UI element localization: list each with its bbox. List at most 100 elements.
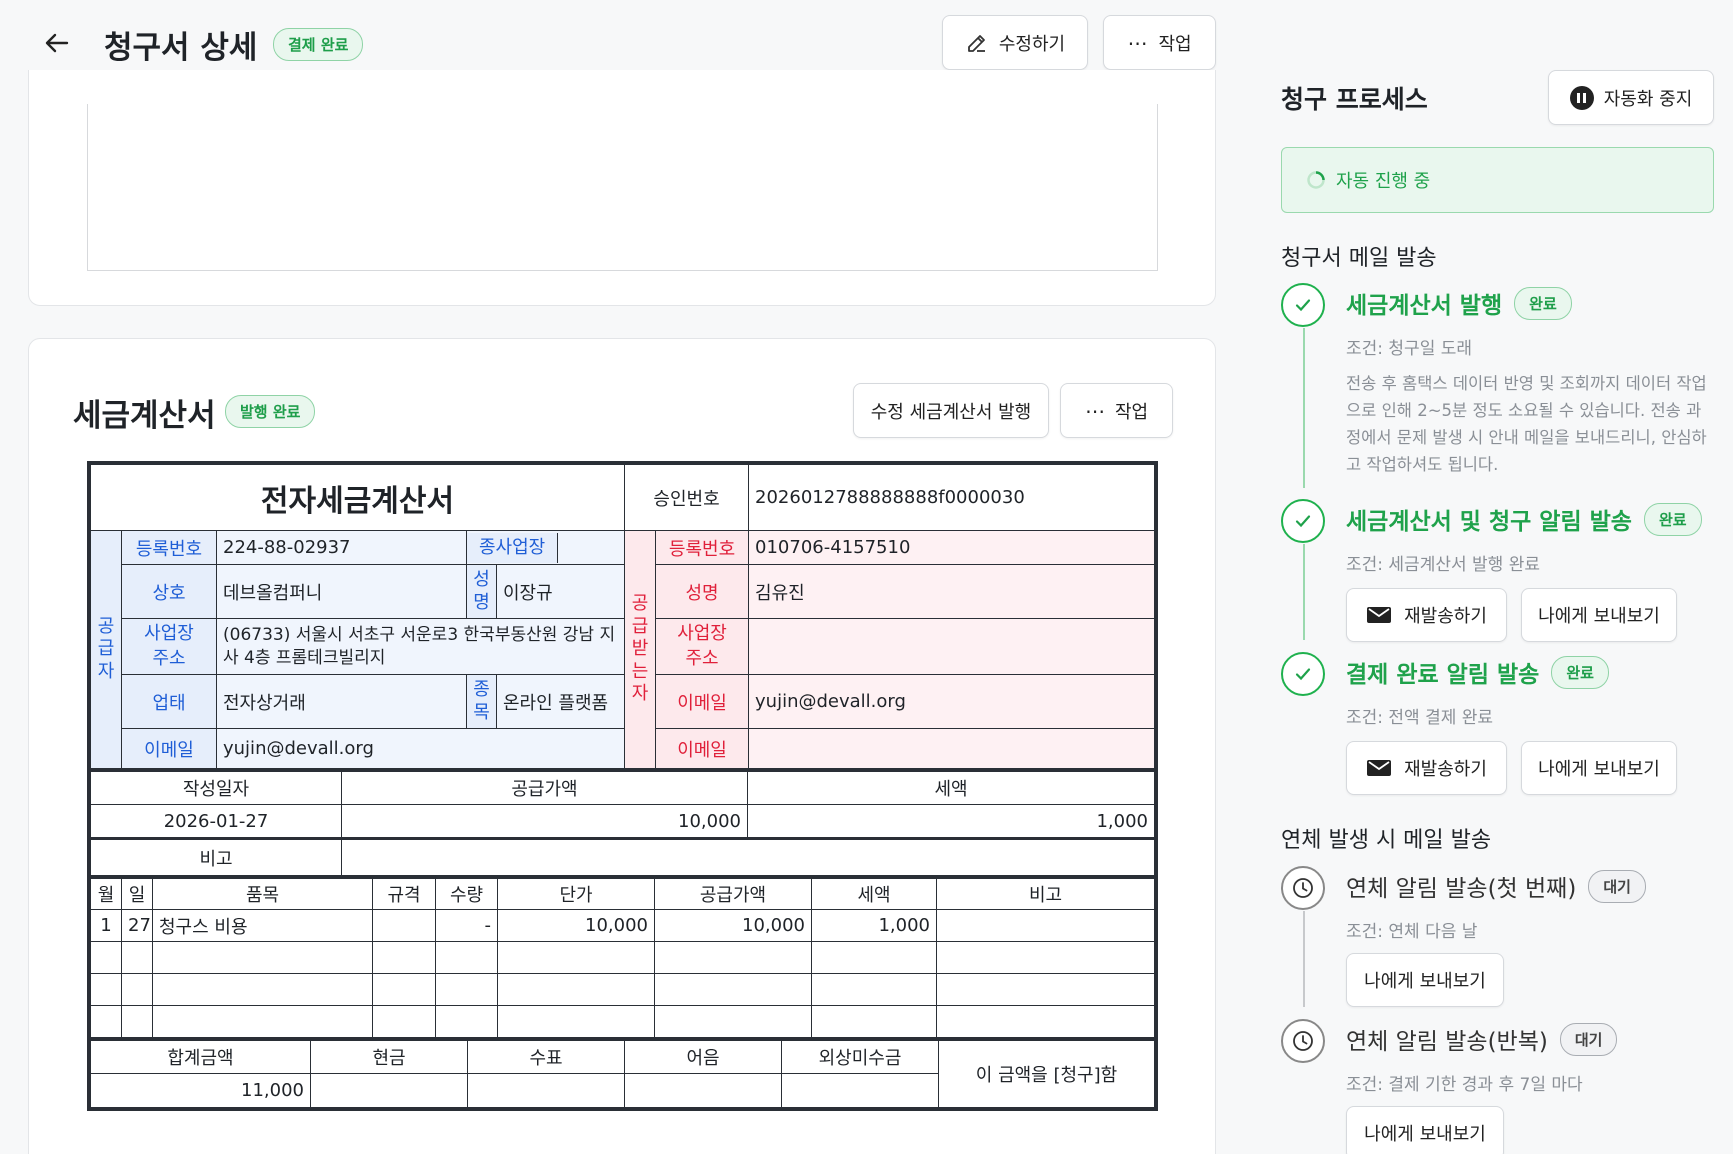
item-cell [497,973,655,1006]
auto-status-text: 자동 진행 중 [1336,171,1431,192]
item-cell [811,1005,937,1038]
edit-icon [967,34,985,52]
process-panel-title: 청구 프로세스 [1281,85,1428,114]
step-5-send-to-me-button[interactable]: 나에게 보내보기 [1346,1106,1504,1154]
header-action-button[interactable]: ⋯ 작업 [1103,15,1216,70]
claim-text: 이 금액을 [청구]함 [938,1038,1155,1108]
tax-action-button[interactable]: ⋯ 작업 [1060,383,1173,438]
items-header-cell: 규격 [372,876,436,910]
approval-number: 2026012788888888f0000030 [748,464,1155,531]
more-icon: ⋯ [1127,30,1149,55]
items-header-cell: 세액 [811,876,937,910]
item-cell [372,941,436,974]
back-arrow-icon[interactable] [42,28,72,58]
supplier-email-label: 이메일 [121,728,217,769]
items-header-row: 월 일 품목 규격 수량 단가 공급가액 세액 비고 [90,876,1155,910]
supplier-reg-label: 등록번호 [121,530,217,565]
invoice-items-table: 월 일 품목 규격 수량 단가 공급가액 세액 비고 1 27 청구스 비용 -10,000 10,00… [90,876,1155,1038]
supplier-branch-label: 종사업장 [467,532,559,563]
spinner-icon [1307,171,1325,189]
step-4-title: 연체 알림 발송(첫 번째) 대기 [1346,869,1646,903]
items-header-cell: 단가 [497,876,655,910]
item-cell: 1,000 [811,909,937,942]
supplier-address: (06733) 서울시 서초구 서운로3 한국부동산원 강남 지사 4층 프롬테… [215,618,626,675]
tax-label: 세액 [747,769,1155,805]
tax-amount: 1,000 [747,804,1155,839]
item-cell [372,909,436,942]
supplier-biz-label: 업태 [121,674,217,729]
tax-section-title: 세금계산서 [73,398,216,434]
item-cell [811,973,937,1006]
receiver-name: 김유진 [748,564,1155,619]
stop-automation-button[interactable]: 자동화 중지 [1548,70,1714,125]
invoice-top-table: 전자세금계산서 승인번호 2026012788888888f0000030 공급… [89,464,1155,769]
resend-label: 재발송하기 [1404,606,1487,627]
group-overdue-mail: 연체 발생 시 메일 발송 [1281,828,1492,853]
item-cell [152,1005,373,1038]
reissue-tax-invoice-button[interactable]: 수정 세금계산서 발행 [853,383,1049,438]
step-1-condition: 조건: 청구일 도래 [1346,339,1473,359]
supplier-name: 데브올컴퍼니 [216,564,467,619]
item-cell [152,941,373,974]
check-icon [1295,668,1311,681]
step-3-send-to-me-button[interactable]: 나에게 보내보기 [1521,741,1677,795]
item-cell [435,941,498,974]
step-3-title: 결제 완료 알림 발송 완료 [1346,655,1609,689]
step-3-resend-button[interactable]: 재발송하기 [1346,741,1507,795]
credit-label: 외상미수금 [781,1038,939,1074]
payment-status-badge: 결제 완료 [273,28,364,61]
item-cell: - [435,909,498,942]
item-cell [90,941,122,974]
step-1-check [1281,283,1325,327]
item-cell [936,1005,1155,1038]
edit-button[interactable]: 수정하기 [942,15,1088,70]
bill-label: 어음 [624,1038,782,1074]
cash-label: 현금 [310,1038,468,1074]
step-2-title: 세금계산서 및 청구 알림 발송 완료 [1346,502,1702,536]
supplier-item-label: 종목 [466,674,497,729]
supplier-email: yujin@devall.org [215,728,626,769]
item-cell: 1 [90,909,122,942]
items-header-cell: 수량 [435,876,498,910]
supplier-item: 온라인 플랫폼 [495,674,626,729]
check-icon [1295,299,1311,312]
item-cell [497,941,655,974]
stop-automation-label: 자동화 중지 [1603,88,1693,110]
electronic-tax-invoice: 전자세금계산서 승인번호 2026012788888888f0000030 공급… [87,461,1158,1111]
item-cell [372,1005,436,1038]
items-header-cell: 일 [121,876,153,910]
item-cell [654,941,812,974]
table-row [90,1005,1155,1038]
step-4-send-to-me-button[interactable]: 나에게 보내보기 [1346,953,1504,1007]
table-row [90,941,1155,974]
item-cell [435,973,498,1006]
step-3-badge: 완료 [1551,655,1609,689]
issue-date: 2026-01-27 [90,804,342,839]
item-cell [936,941,1155,974]
item-cell [435,1005,498,1038]
item-cell [90,1005,122,1038]
document-preview-area [87,104,1158,271]
item-cell [372,973,436,1006]
check-icon [1295,515,1311,528]
timeline-line [1303,911,1305,1007]
step-3-check [1281,652,1325,696]
item-cell [654,1005,812,1038]
step-4-condition: 조건: 연체 다음 날 [1346,922,1478,942]
total-label: 합계금액 [90,1038,311,1074]
timeline-line [1303,544,1305,640]
timeline-line [1303,328,1305,488]
supplier-biz: 전자상거래 [216,674,467,729]
step-1-description: 전송 후 홈택스 데이터 반영 및 조회까지 데이터 작업으로 인해 2~5분 … [1346,374,1707,474]
items-header-cell: 월 [90,876,122,910]
step-1-title: 세금계산서 발행 완료 [1346,286,1572,320]
clock-icon [1293,878,1313,898]
supplier-rep-label: 성명 [466,564,497,619]
invoice-summary-table: 작성일자 공급가액 세액 2026-01-27 10,000 1,000 비고 [90,769,1155,876]
step-2-send-to-me-button[interactable]: 나에게 보내보기 [1521,588,1677,642]
item-cell [121,941,153,974]
step-2-resend-button[interactable]: 재발송하기 [1346,588,1507,642]
table-row [90,973,1155,1006]
item-cell: 청구스 비용 [152,909,373,942]
invoice-totals-table: 합계금액 현금 수표 어음 외상미수금 이 금액을 [청구]함 11,000 [90,1038,1155,1108]
